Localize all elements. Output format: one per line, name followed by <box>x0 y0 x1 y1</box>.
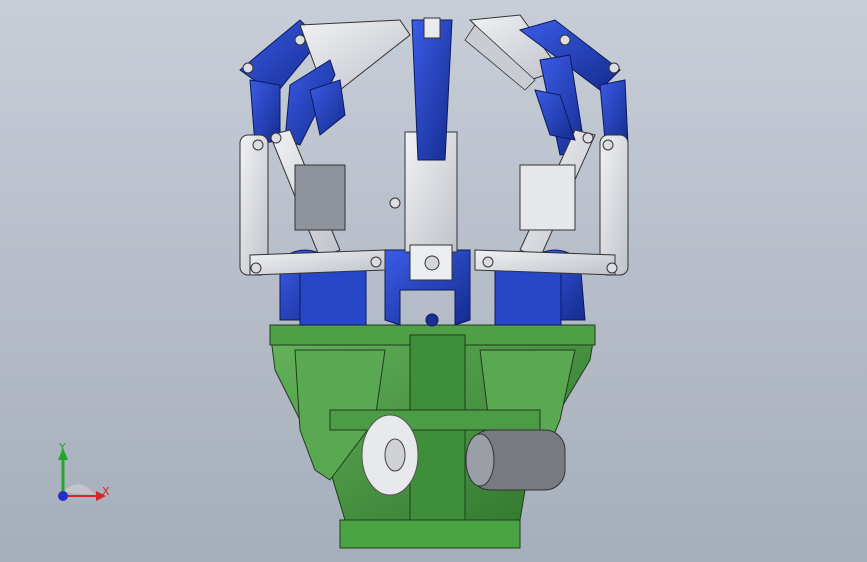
axis-triad-icon <box>58 448 106 501</box>
axis-y-label: Y <box>59 441 66 454</box>
axis-x-label: X <box>102 485 110 498</box>
gripper-assembly-model[interactable] <box>0 0 867 562</box>
cad-viewport[interactable]: Y X <box>0 0 867 562</box>
center-finger[interactable] <box>389 17 458 281</box>
left-finger[interactable] <box>239 19 411 276</box>
axis-triad: Y X <box>40 440 130 510</box>
